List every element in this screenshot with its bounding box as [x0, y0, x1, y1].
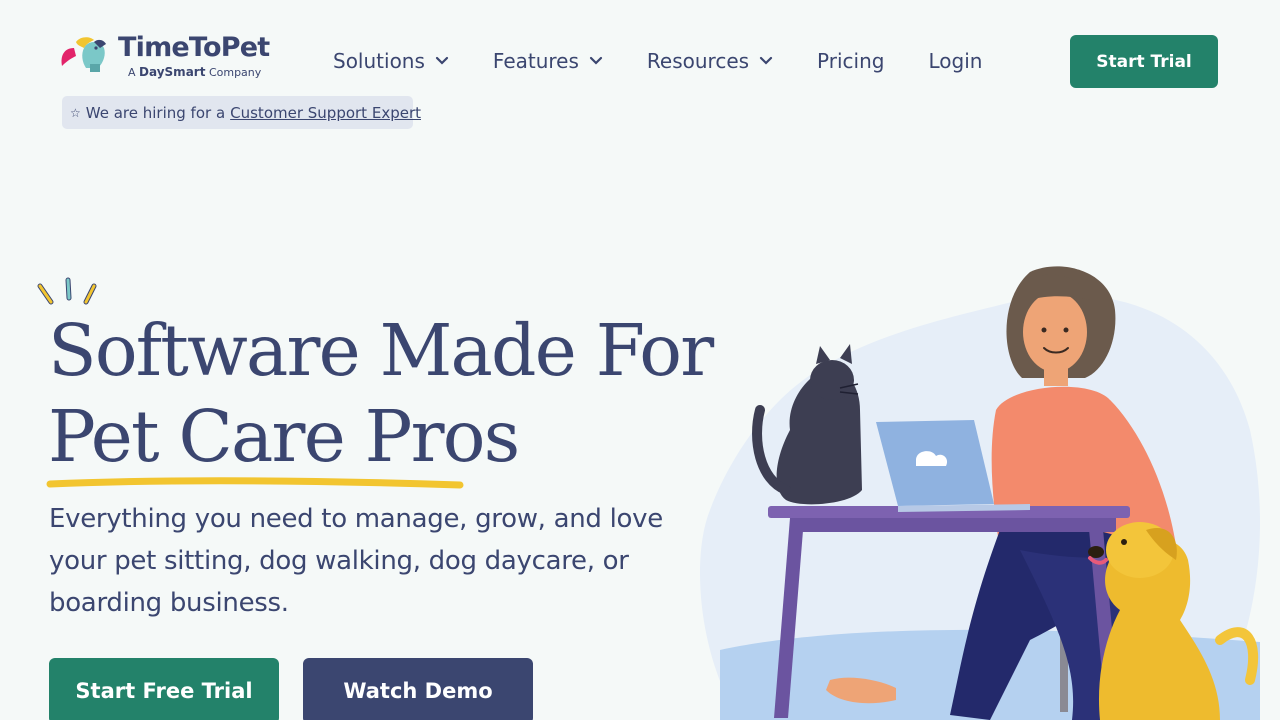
star-icon: ☆ — [70, 105, 81, 120]
hiring-link[interactable]: Customer Support Expert — [230, 104, 421, 122]
nav-resources[interactable]: Resources — [647, 49, 773, 73]
watch-demo-button[interactable]: Watch Demo — [303, 658, 533, 720]
start-trial-button[interactable]: Start Trial — [1070, 35, 1218, 88]
main-nav: Solutions Features Resources Pricing Log… — [333, 46, 1026, 76]
hiring-badge: ☆ We are hiring for a Customer Support E… — [62, 96, 421, 129]
sparkle-accent-icon — [37, 277, 97, 305]
parrot-logo-icon — [61, 37, 106, 72]
brand-parent: A DaySmart Company — [128, 65, 262, 79]
nav-solutions[interactable]: Solutions — [333, 49, 449, 73]
hero-title: Software Made For Pet Care Pros — [48, 309, 714, 478]
landing-page: TimeToPet A DaySmart Company Solutions F… — [0, 0, 1280, 720]
start-free-trial-button[interactable]: Start Free Trial — [49, 658, 279, 720]
chevron-down-icon — [759, 56, 773, 65]
chevron-down-icon — [589, 56, 603, 65]
hero-subtitle: Everything you need to manage, grow, and… — [49, 504, 663, 618]
nav-features[interactable]: Features — [493, 49, 603, 73]
nav-pricing[interactable]: Pricing — [817, 49, 884, 73]
chevron-down-icon — [435, 56, 449, 65]
brand-name: TimeToPet — [118, 32, 270, 63]
hiring-text: We are hiring for a — [85, 103, 226, 122]
brand-logo[interactable]: TimeToPet A DaySmart Company — [60, 32, 270, 80]
hero-illustration — [700, 266, 1260, 720]
nav-login[interactable]: Login — [928, 49, 982, 73]
title-underline-decoration — [46, 477, 464, 489]
